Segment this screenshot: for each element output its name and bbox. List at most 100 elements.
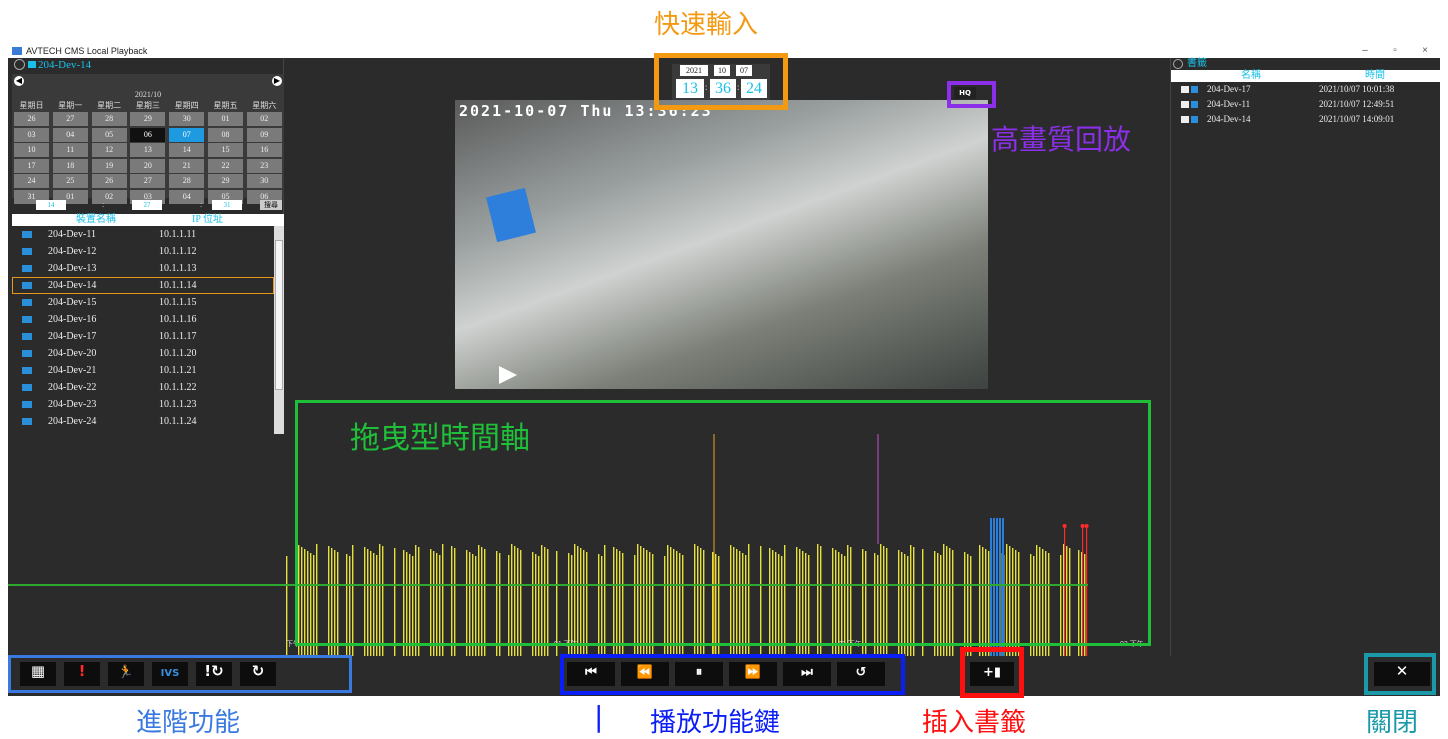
- calendar-day[interactable]: 25: [52, 174, 88, 188]
- minimize-button[interactable]: –: [1350, 44, 1380, 58]
- next-month-button[interactable]: ▶: [272, 76, 282, 86]
- bookmark-row[interactable]: 204-Dev-14 2021/10/07 14:09:01: [1171, 112, 1440, 127]
- scroll-thumb[interactable]: [275, 240, 283, 390]
- play-icon[interactable]: [499, 366, 517, 384]
- device-ip: 10.1.1.14: [159, 280, 197, 291]
- delete-icon[interactable]: [1191, 86, 1198, 93]
- calendar-day[interactable]: 22: [208, 158, 243, 173]
- camera-icon: [22, 299, 32, 306]
- calendar-day[interactable]: 11: [52, 143, 88, 157]
- delete-icon[interactable]: [1191, 101, 1198, 108]
- calendar-day[interactable]: 12: [91, 143, 127, 157]
- video-player[interactable]: 2021-10-07 Thu 13:36:23: [455, 100, 988, 389]
- filter-second-input[interactable]: 31: [212, 200, 242, 210]
- calendar-day[interactable]: 28: [169, 174, 205, 188]
- calendar-day[interactable]: 09: [246, 127, 282, 142]
- annotation-timeline: 拖曳型時間軸: [350, 421, 530, 456]
- calendar-day[interactable]: 20: [130, 158, 166, 173]
- filter-hour-input[interactable]: 14: [36, 200, 66, 210]
- column-bookmark-time[interactable]: 時間: [1365, 70, 1385, 82]
- calendar-day[interactable]: 29: [130, 112, 166, 126]
- calendar-day[interactable]: 10: [14, 143, 49, 157]
- device-row[interactable]: 204-Dev-23 10.1.1.23: [12, 396, 274, 413]
- bookmark-name: 204-Dev-17: [1207, 84, 1251, 94]
- weekday-label: 星期日: [19, 101, 44, 110]
- device-row[interactable]: 204-Dev-17 10.1.1.17: [12, 328, 274, 345]
- calendar-day[interactable]: 24: [14, 174, 49, 188]
- calendar-day[interactable]: 21: [169, 158, 205, 173]
- collapse-icon[interactable]: [14, 59, 25, 70]
- delete-icon[interactable]: [1191, 116, 1198, 123]
- bookmark-row[interactable]: 204-Dev-11 2021/10/07 12:49:51: [1171, 97, 1440, 112]
- calendar-day[interactable]: 26: [14, 112, 49, 126]
- device-row[interactable]: 204-Dev-24 10.1.1.24: [12, 413, 274, 430]
- device-row[interactable]: 204-Dev-15 10.1.1.15: [12, 294, 274, 311]
- bookmark-name: 204-Dev-11: [1207, 99, 1251, 109]
- column-ip[interactable]: IP 位址: [192, 214, 223, 226]
- calendar-day[interactable]: 23: [246, 158, 282, 173]
- calendar-day[interactable]: 05: [91, 127, 127, 142]
- calendar-day[interactable]: 30: [169, 112, 205, 126]
- calendar-day[interactable]: 15: [208, 143, 243, 157]
- calendar-month-label: 2021/10: [134, 90, 162, 99]
- calendar-day[interactable]: 02: [246, 112, 282, 126]
- device-name: 204-Dev-13: [48, 263, 97, 274]
- device-ip: 10.1.1.20: [159, 348, 197, 359]
- device-ip: 10.1.1.16: [159, 314, 197, 325]
- window-close-button[interactable]: ×: [1410, 44, 1440, 58]
- prev-month-button[interactable]: ◀: [14, 76, 24, 86]
- frame-bookmark: [960, 647, 1024, 698]
- camera-icon: [22, 401, 32, 408]
- device-row[interactable]: 204-Dev-12 10.1.1.12: [12, 243, 274, 260]
- calendar-day[interactable]: 08: [208, 127, 243, 142]
- device-row[interactable]: 204-Dev-22 10.1.1.22: [12, 379, 274, 396]
- calendar-day[interactable]: 28: [91, 112, 127, 126]
- maximize-button[interactable]: ▫: [1380, 44, 1410, 58]
- calendar-day[interactable]: 19: [91, 158, 127, 173]
- search-button[interactable]: 搜尋: [260, 200, 282, 210]
- device-ip: 10.1.1.23: [159, 399, 197, 410]
- calendar-day[interactable]: 14: [169, 143, 205, 157]
- monitor-icon: [28, 61, 36, 68]
- calendar-day[interactable]: 01: [208, 112, 243, 126]
- calendar-day[interactable]: 27: [52, 112, 88, 126]
- bookmark-icon: [1181, 86, 1189, 93]
- device-row[interactable]: 204-Dev-16 10.1.1.16: [12, 311, 274, 328]
- calendar-day[interactable]: 07: [169, 127, 205, 142]
- calendar-day[interactable]: 17: [14, 158, 49, 173]
- device-row[interactable]: 204-Dev-13 10.1.1.13: [12, 260, 274, 277]
- window-title: AVTECH CMS Local Playback: [26, 46, 148, 56]
- bookmark-icon: [1181, 101, 1189, 108]
- device-panel-header[interactable]: 204-Dev-14: [12, 58, 283, 72]
- device-row[interactable]: 204-Dev-14 10.1.1.14: [12, 277, 274, 294]
- annotation-close: 關閉: [1366, 708, 1419, 738]
- weekday-label: 星期六: [252, 101, 277, 110]
- calendar-day[interactable]: 04: [52, 127, 88, 142]
- device-row[interactable]: 204-Dev-21 10.1.1.21: [12, 362, 274, 379]
- bookmark-row[interactable]: 204-Dev-17 2021/10/07 10:01:38: [1171, 82, 1440, 97]
- calendar-day[interactable]: 30: [246, 174, 282, 188]
- app-icon: [12, 47, 22, 55]
- device-ip: 10.1.1.11: [159, 229, 197, 240]
- device-ip: 10.1.1.21: [159, 365, 197, 376]
- calendar-day[interactable]: 03: [14, 127, 49, 142]
- device-name: 204-Dev-14: [48, 280, 97, 291]
- filter-minute-input[interactable]: 27: [132, 200, 162, 210]
- frame-hq: [947, 81, 996, 108]
- device-row[interactable]: 204-Dev-11 10.1.1.11: [12, 226, 274, 243]
- bookmark-title: 書籤: [1187, 58, 1207, 69]
- collapse-icon[interactable]: [1173, 59, 1183, 69]
- calendar-day[interactable]: 06: [130, 127, 166, 142]
- calendar-day[interactable]: 27: [130, 174, 166, 188]
- bookmark-panel-header[interactable]: 書籤: [1171, 58, 1440, 70]
- calendar-day[interactable]: 13: [130, 143, 166, 157]
- calendar-day[interactable]: 29: [208, 174, 243, 188]
- column-device-name[interactable]: 裝置名稱: [76, 214, 116, 226]
- annotation-advanced: 進階功能: [136, 708, 241, 738]
- column-bookmark-name[interactable]: 名稱: [1241, 70, 1261, 82]
- calendar-day[interactable]: 18: [52, 158, 88, 173]
- calendar-day[interactable]: 16: [246, 143, 282, 157]
- device-name: 204-Dev-12: [48, 246, 97, 257]
- calendar-day[interactable]: 26: [91, 174, 127, 188]
- device-row[interactable]: 204-Dev-20 10.1.1.20: [12, 345, 274, 362]
